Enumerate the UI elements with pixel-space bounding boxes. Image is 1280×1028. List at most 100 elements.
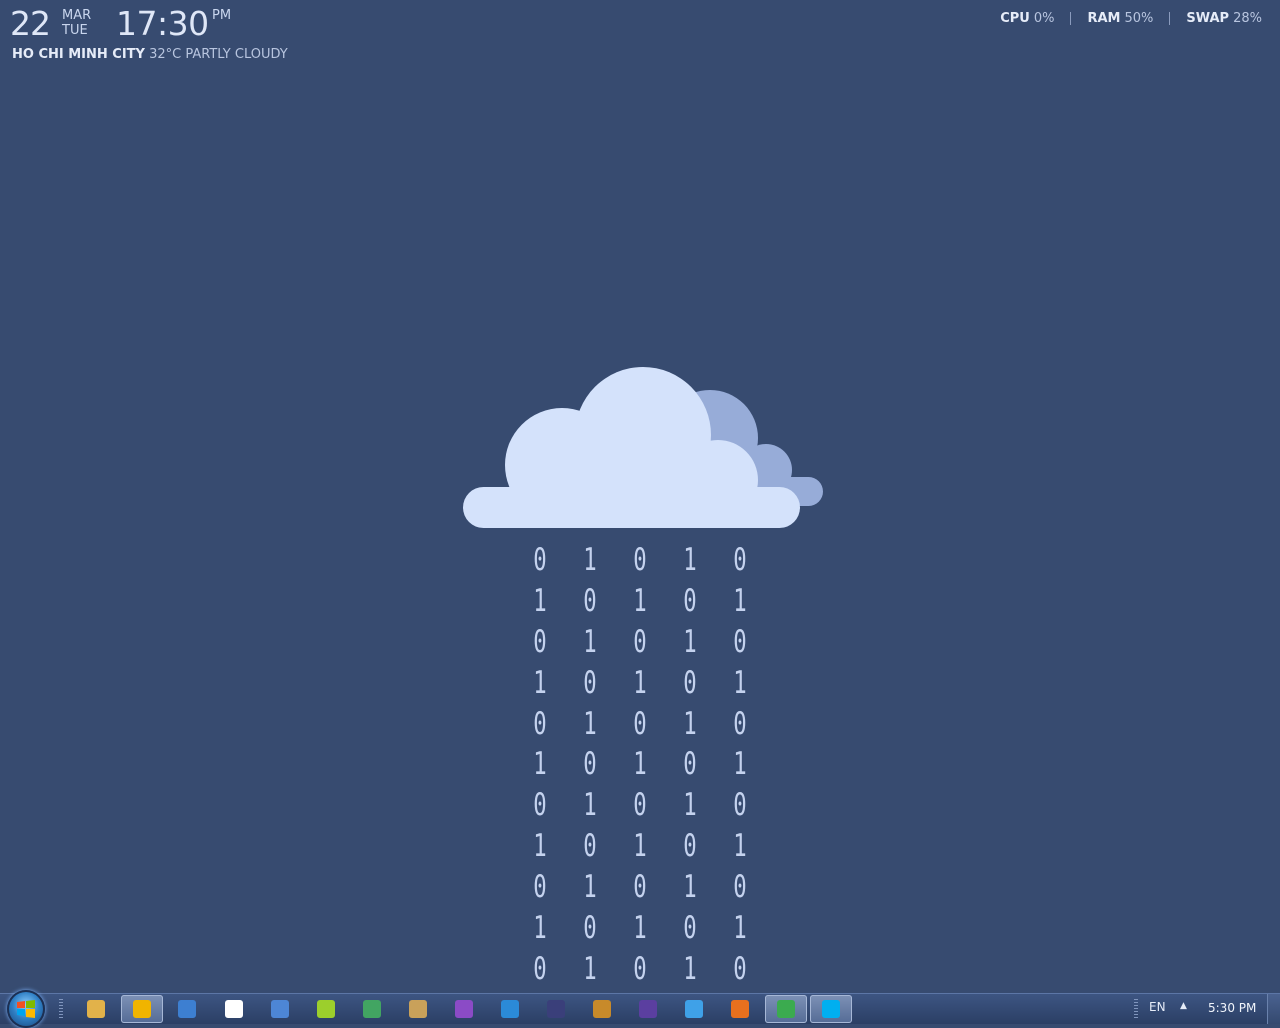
rain-digit: 0 xyxy=(533,950,547,987)
rain-digit: 1 xyxy=(583,950,597,987)
rain-digit: 0 xyxy=(733,950,747,987)
rain-digit: 1 xyxy=(733,746,747,783)
rain-digit: 0 xyxy=(533,623,547,660)
rain-digit: 1 xyxy=(683,869,697,906)
rain-digit: 0 xyxy=(633,950,647,987)
weather-city: HO CHI MINH CITY xyxy=(12,47,145,62)
taskbar-button[interactable] xyxy=(443,995,485,1023)
rain-row: 01010 xyxy=(520,540,760,581)
notes-icon xyxy=(593,1000,611,1018)
day-number: 22 xyxy=(10,4,51,43)
rain-digit: 0 xyxy=(683,664,697,701)
visual-studio-icon xyxy=(455,1000,473,1018)
back-cloud xyxy=(660,390,823,506)
taskbar-button[interactable] xyxy=(351,995,393,1023)
taskbar-button[interactable] xyxy=(259,995,301,1023)
taskbar-button[interactable] xyxy=(305,995,347,1023)
taskbar-button[interactable] xyxy=(489,995,531,1023)
rain-digit: 0 xyxy=(633,787,647,824)
weekday-label: TUE xyxy=(62,23,88,38)
rain-digit: 0 xyxy=(633,869,647,906)
tray-grip[interactable] xyxy=(1134,999,1138,1019)
tray-clock[interactable]: 5:30 PM xyxy=(1208,1001,1256,1015)
system-stats: CPU 0% RAM 50% SWAP 28% xyxy=(1000,11,1262,26)
ram-label: RAM xyxy=(1087,11,1121,26)
rain-digit: 1 xyxy=(633,909,647,946)
rain-digit: 1 xyxy=(633,582,647,619)
taskbar-button[interactable] xyxy=(166,995,208,1023)
rain-digit: 0 xyxy=(583,828,597,865)
firefox-icon xyxy=(731,1000,749,1018)
taskbar-button[interactable] xyxy=(581,995,623,1023)
cpu-stat: CPU 0% xyxy=(1000,11,1054,26)
rain-digit: 1 xyxy=(633,746,647,783)
taskbar-button[interactable] xyxy=(719,995,761,1023)
taskbar-button[interactable] xyxy=(627,995,669,1023)
stat-divider xyxy=(1070,12,1072,25)
rain-digit: 1 xyxy=(583,623,597,660)
rain-digit: 1 xyxy=(633,664,647,701)
rain-digit: 0 xyxy=(583,909,597,946)
weather-condition: 32°C PARTLY CLOUDY xyxy=(149,47,288,62)
month-label: MAR xyxy=(62,8,92,23)
rain-digit: 0 xyxy=(733,705,747,742)
vnc-icon xyxy=(225,1000,243,1018)
rain-digit: 0 xyxy=(533,787,547,824)
taskbar-button[interactable] xyxy=(397,995,439,1023)
show-desktop-button[interactable] xyxy=(1267,994,1280,1024)
tools-icon xyxy=(409,1000,427,1018)
taskbar-grip[interactable] xyxy=(59,999,63,1019)
taskbar-button[interactable] xyxy=(75,995,117,1023)
rain-row: 10101 xyxy=(520,908,760,949)
rain-digit: 1 xyxy=(583,869,597,906)
eclipse-icon xyxy=(547,1000,565,1018)
rain-row: 01010 xyxy=(520,785,760,826)
front-cloud xyxy=(463,367,800,528)
taskbar-button[interactable] xyxy=(121,995,163,1023)
taskbar-button[interactable] xyxy=(535,995,577,1023)
rain-digit: 1 xyxy=(683,950,697,987)
taskbar-button[interactable] xyxy=(810,995,852,1023)
rain-digit: 0 xyxy=(733,787,747,824)
swap-label: SWAP xyxy=(1186,11,1230,26)
internet-explorer-icon xyxy=(685,1000,703,1018)
rain-digit: 1 xyxy=(633,828,647,865)
rain-row: 10101 xyxy=(520,663,760,704)
rain-row: 01010 xyxy=(520,949,760,990)
rain-row: 10101 xyxy=(520,744,760,785)
rain-digit: 0 xyxy=(683,909,697,946)
tray-expand-icon[interactable]: ▲ xyxy=(1180,1001,1187,1011)
ram-value: 50% xyxy=(1124,11,1154,26)
rain-digit: 0 xyxy=(533,541,547,578)
rain-digit: 1 xyxy=(583,541,597,578)
chrome-icon xyxy=(777,1000,795,1018)
rain-digit: 0 xyxy=(533,869,547,906)
taskbar-button[interactable] xyxy=(673,995,715,1023)
rain-digit: 0 xyxy=(533,705,547,742)
rain-digit: 0 xyxy=(683,582,697,619)
rain-digit: 1 xyxy=(733,664,747,701)
rain-row: 01010 xyxy=(520,867,760,908)
rain-digit: 0 xyxy=(683,828,697,865)
rain-digit: 1 xyxy=(683,541,697,578)
vscode-icon xyxy=(501,1000,519,1018)
rain-row: 01010 xyxy=(520,704,760,745)
swap-stat: SWAP 28% xyxy=(1186,11,1262,26)
rain-digit: 0 xyxy=(633,541,647,578)
swap-value: 28% xyxy=(1233,11,1262,26)
taskbar-button[interactable] xyxy=(213,995,255,1023)
start-button[interactable] xyxy=(7,990,45,1028)
rain-digit: 1 xyxy=(583,705,597,742)
language-indicator[interactable]: EN xyxy=(1149,1000,1166,1014)
rain-digit: 1 xyxy=(533,909,547,946)
connection-manager-icon xyxy=(271,1000,289,1018)
rain-digit: 0 xyxy=(633,705,647,742)
rain-digit: 0 xyxy=(683,746,697,783)
windows-logo-icon xyxy=(17,1000,35,1018)
pidgin-icon xyxy=(317,1000,335,1018)
rain-digit: 1 xyxy=(683,787,697,824)
file-explorer-icon xyxy=(87,1000,105,1018)
rain-row: 01010 xyxy=(520,622,760,663)
taskbar-button[interactable] xyxy=(765,995,807,1023)
rain-digit: 0 xyxy=(733,869,747,906)
